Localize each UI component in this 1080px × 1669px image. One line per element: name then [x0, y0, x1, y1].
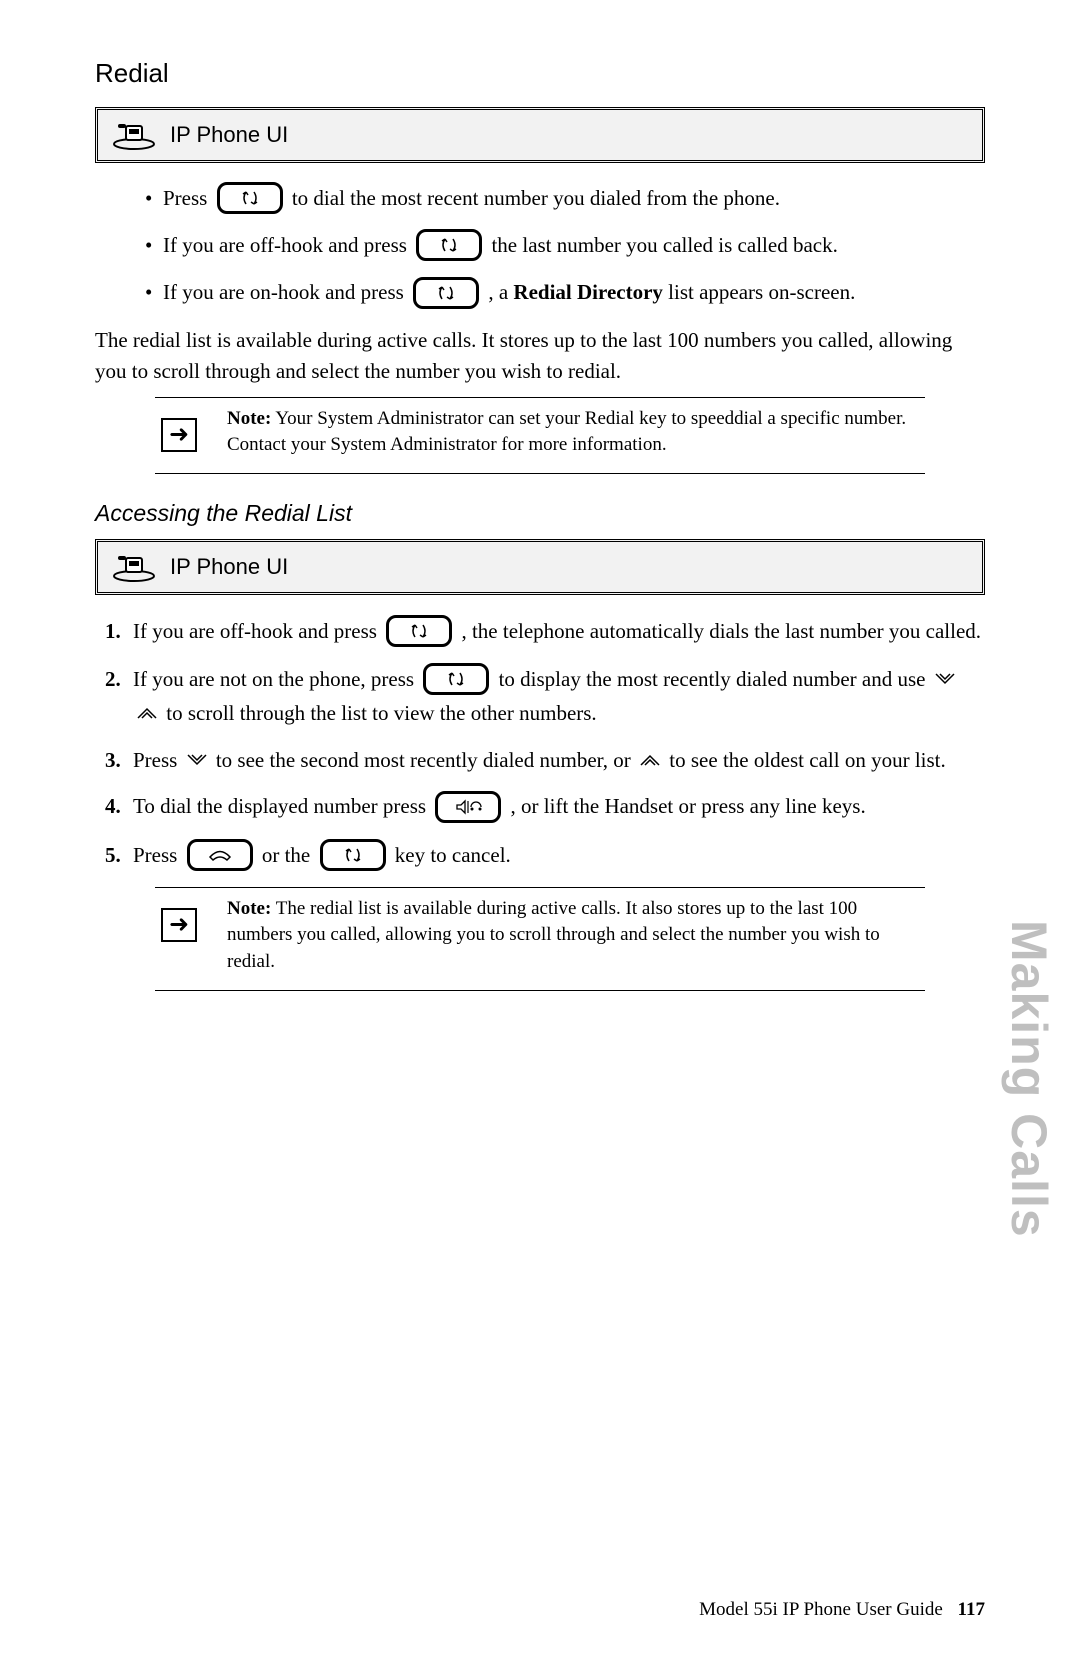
note-block: ➜ Note: Your System Administrator can se… — [155, 397, 925, 474]
note-arrow-icon: ➜ — [161, 418, 197, 452]
note-body: Your System Administrator can set your R… — [227, 408, 906, 456]
text: to scroll through the list to view the o… — [166, 701, 596, 725]
text: the last number you called is called bac… — [491, 233, 837, 257]
text: key to cancel. — [395, 843, 511, 867]
text: Press — [133, 843, 183, 867]
text: or the — [262, 843, 316, 867]
list-item: If you are off-hook and press the last n… — [145, 230, 985, 263]
redial-key-icon — [217, 182, 283, 214]
list-item: Press to dial the most recent number you… — [145, 183, 985, 216]
text: If you are off-hook and press — [133, 619, 382, 643]
footer-text: Model 55i IP Phone User Guide — [699, 1599, 943, 1620]
up-arrow-icon — [136, 706, 158, 720]
up-arrow-icon — [639, 753, 661, 767]
redial-key-icon — [386, 615, 452, 647]
text: Press — [163, 186, 213, 210]
text: Press — [133, 748, 183, 772]
list-item: If you are off-hook and press , the tele… — [105, 615, 985, 649]
list-item: If you are on-hook and press , a Redial … — [145, 277, 985, 310]
note-arrow-icon: ➜ — [161, 908, 197, 942]
text: , the telephone automatically dials the … — [461, 619, 981, 643]
note-block: ➜ Note: The redial list is available dur… — [155, 887, 925, 991]
text: , or lift the Handset or press any line … — [511, 794, 866, 818]
phone-device-icon — [112, 120, 156, 150]
ip-phone-ui-box: IP Phone UI — [95, 107, 985, 163]
ip-phone-ui-label: IP Phone UI — [170, 122, 288, 148]
list-item: To dial the displayed number press , or … — [105, 790, 985, 824]
ip-phone-ui-box: IP Phone UI — [95, 539, 985, 595]
list-item: Press to see the second most recently di… — [105, 744, 985, 777]
side-tab-label: Making Calls — [1000, 920, 1058, 1238]
note-lead: Note: — [227, 408, 271, 429]
goodbye-key-icon — [187, 839, 253, 871]
text: to see the oldest call on your list. — [669, 748, 945, 772]
down-arrow-icon — [186, 753, 208, 767]
phone-device-icon — [112, 552, 156, 582]
body-paragraph: The redial list is available during acti… — [95, 325, 985, 387]
page-footer: Model 55i IP Phone User Guide 117 — [699, 1599, 985, 1621]
text: to dial the most recent number you diale… — [292, 186, 780, 210]
text: list appears on-screen. — [663, 280, 855, 304]
speaker-headset-key-icon — [435, 791, 501, 823]
redial-key-icon — [423, 663, 489, 695]
note-text: Note: The redial list is available durin… — [227, 896, 925, 976]
text: to display the most recently dialed numb… — [499, 667, 931, 691]
redial-key-icon — [320, 839, 386, 871]
text: If you are off-hook and press — [163, 233, 412, 257]
down-arrow-icon — [934, 672, 956, 686]
list-item: Press or the key to cancel. — [105, 839, 985, 873]
note-body: The redial list is available during acti… — [227, 898, 880, 972]
list-item: If you are not on the phone, press to di… — [105, 663, 985, 730]
text-bold: Redial Directory — [513, 280, 662, 304]
text: to see the second most recently dialed n… — [216, 748, 636, 772]
note-lead: Note: — [227, 898, 271, 919]
text: , a — [488, 280, 513, 304]
ip-phone-ui-label: IP Phone UI — [170, 554, 288, 580]
page-number: 117 — [958, 1599, 985, 1620]
redial-key-icon — [416, 229, 482, 261]
text: To dial the displayed number press — [133, 794, 431, 818]
section-heading: Accessing the Redial List — [95, 500, 985, 527]
bullet-list: Press to dial the most recent number you… — [95, 183, 985, 311]
numbered-steps: If you are off-hook and press , the tele… — [95, 615, 985, 873]
text: If you are on-hook and press — [163, 280, 409, 304]
note-text: Note: Your System Administrator can set … — [227, 406, 925, 459]
text: If you are not on the phone, press — [133, 667, 419, 691]
redial-key-icon — [413, 277, 479, 309]
page-title: Redial — [95, 58, 985, 89]
